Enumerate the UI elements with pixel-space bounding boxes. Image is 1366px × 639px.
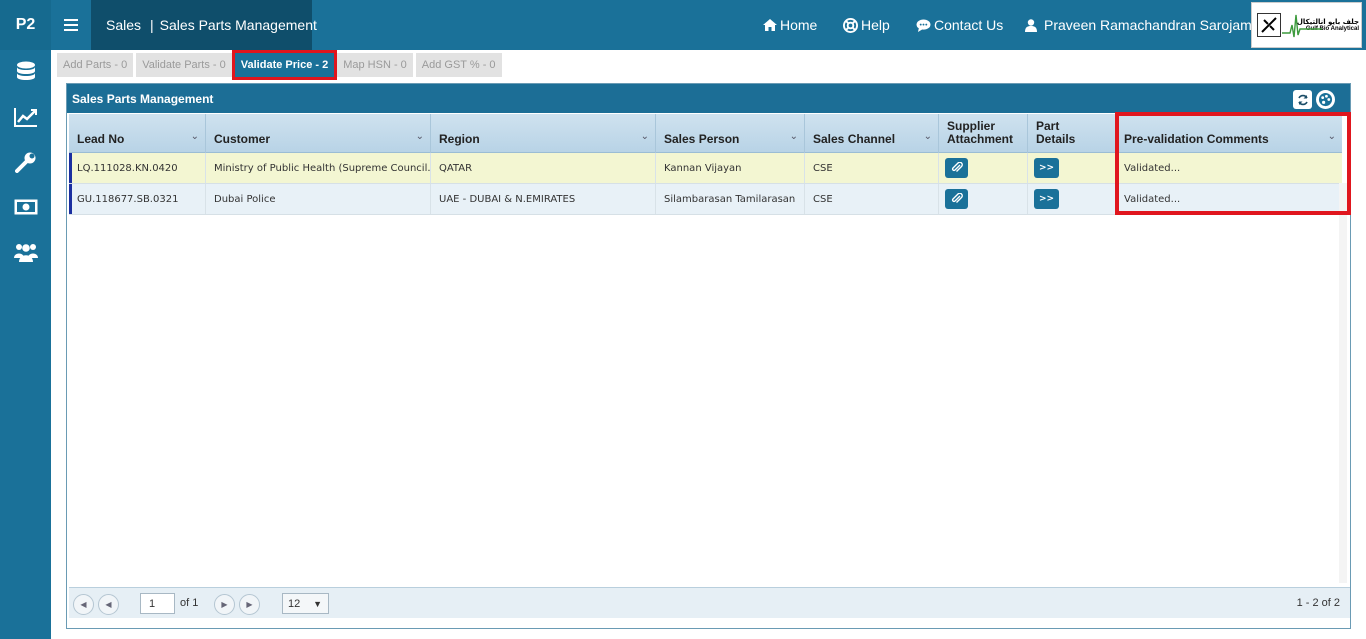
column-header-sales-channel[interactable]: Sales Channel ⌄: [805, 114, 939, 153]
cell-supplier-attachment: [939, 153, 1028, 183]
chevron-down-icon[interactable]: ⌄: [641, 130, 649, 143]
palette-icon: [1318, 92, 1333, 107]
breadcrumb-module[interactable]: Sales: [106, 17, 141, 33]
tab-validate-parts[interactable]: Validate Parts - 0: [136, 53, 232, 77]
next-page-button[interactable]: ▶: [214, 594, 235, 615]
pager-info: 1 - 2 of 2: [1296, 597, 1340, 609]
refresh-button[interactable]: [1293, 90, 1312, 109]
theme-button[interactable]: [1316, 90, 1335, 109]
lifebuoy-icon: [843, 17, 858, 33]
database-icon[interactable]: [13, 60, 39, 84]
column-header-supplier-attachment[interactable]: Supplier Attachment: [939, 114, 1028, 153]
menu-icon: [64, 19, 78, 31]
breadcrumb-separator: |: [150, 17, 154, 33]
cell-region[interactable]: QATAR: [431, 153, 656, 183]
cell-supplier-attachment: [939, 184, 1028, 214]
attachment-button[interactable]: [945, 158, 968, 178]
last-page-button[interactable]: ▶: [239, 594, 260, 615]
page-number-input[interactable]: 1: [140, 593, 175, 614]
column-header-lead-no[interactable]: Lead No ⌄: [69, 114, 206, 153]
chevron-down-icon[interactable]: ⌄: [924, 130, 932, 143]
user-profile-link[interactable]: Praveen Ramachandran Sarojam: [1025, 17, 1252, 33]
chevron-down-icon[interactable]: ⌄: [790, 130, 798, 143]
breadcrumb-page: Sales Parts Management: [159, 17, 317, 33]
home-link[interactable]: Home: [763, 17, 817, 33]
page-size-select[interactable]: 12 ▼: [282, 593, 329, 614]
chevron-down-icon[interactable]: ⌄: [191, 130, 199, 143]
cell-region[interactable]: UAE - DUBAI & N.EMIRATES: [431, 184, 656, 214]
workflow-tabs: Add Parts - 0 Validate Parts - 0 Validat…: [57, 50, 505, 80]
cell-sales-channel[interactable]: CSE: [805, 153, 939, 183]
tab-validate-price[interactable]: Validate Price - 2: [231, 50, 338, 80]
panel-header: Sales Parts Management: [67, 84, 1350, 113]
cell-sales-person[interactable]: Kannan Vijayan: [656, 153, 805, 183]
app-brand[interactable]: P2: [0, 0, 51, 50]
cell-part-details: >>: [1028, 184, 1116, 214]
top-navbar: P2 Sales | Sales Parts Management Home H…: [0, 0, 1366, 50]
refresh-icon: [1297, 94, 1308, 105]
wrench-icon[interactable]: [13, 150, 39, 174]
contact-link[interactable]: Contact Us: [916, 17, 1003, 33]
paperclip-icon: [951, 162, 963, 172]
part-details-button[interactable]: >>: [1034, 189, 1059, 209]
company-logo: جلف بايو انالتيكال Gulf Bio Analytical: [1251, 2, 1362, 48]
help-link[interactable]: Help: [843, 17, 890, 33]
panel-title: Sales Parts Management: [72, 91, 214, 106]
cell-part-details: >>: [1028, 153, 1116, 183]
column-header-region[interactable]: Region ⌄: [431, 114, 656, 153]
dropdown-arrow-icon: ▼: [313, 599, 322, 609]
grid-scrollbar[interactable]: [1339, 183, 1347, 583]
grid-pager: ◀ ◀ 1 of 1 ▶ ▶ 12 ▼ 1 - 2 of 2: [69, 587, 1350, 618]
users-icon[interactable]: [13, 240, 39, 264]
chat-bubble-icon: [916, 18, 931, 32]
prev-page-button[interactable]: ◀: [98, 594, 119, 615]
column-header-part-details[interactable]: Part Details: [1028, 114, 1116, 153]
logo-wave-icon: [1282, 14, 1322, 38]
tab-add-parts[interactable]: Add Parts - 0: [57, 53, 134, 77]
user-icon: [1025, 18, 1037, 32]
chevron-down-icon[interactable]: ⌄: [416, 130, 424, 143]
sidebar: [0, 50, 51, 639]
attachment-button[interactable]: [945, 189, 968, 209]
prev-page-icon: ◀: [105, 600, 112, 609]
column-header-sales-person[interactable]: Sales Person ⌄: [656, 114, 805, 153]
column-header-customer[interactable]: Customer ⌄: [206, 114, 431, 153]
cell-lead-no[interactable]: LQ.111028.KN.0420: [69, 153, 206, 183]
paperclip-icon: [951, 193, 963, 203]
page-count-label: of 1: [180, 597, 199, 609]
highlight-box: [1115, 112, 1351, 215]
money-icon[interactable]: [13, 195, 39, 219]
tab-map-hsn[interactable]: Map HSN - 0: [337, 53, 413, 77]
cell-customer[interactable]: Dubai Police: [206, 184, 431, 214]
part-details-button[interactable]: >>: [1034, 158, 1059, 178]
hamburger-menu-button[interactable]: [51, 0, 91, 50]
cell-sales-channel[interactable]: CSE: [805, 184, 939, 214]
first-page-icon: ◀: [80, 600, 87, 609]
next-page-icon: ▶: [221, 600, 228, 609]
home-icon: [763, 19, 777, 31]
first-page-button[interactable]: ◀: [73, 594, 94, 615]
breadcrumb: Sales | Sales Parts Management: [91, 0, 317, 50]
cell-sales-person[interactable]: Silambarasan Tamilarasan: [656, 184, 805, 214]
cell-customer[interactable]: Ministry of Public Health (Supreme Counc…: [206, 153, 431, 183]
last-page-icon: ▶: [246, 600, 253, 609]
tab-add-gst[interactable]: Add GST % - 0: [415, 53, 502, 77]
cell-lead-no[interactable]: GU.118677.SB.0321: [69, 184, 206, 214]
line-chart-icon[interactable]: [13, 105, 39, 129]
logo-mark-icon: [1257, 13, 1281, 37]
